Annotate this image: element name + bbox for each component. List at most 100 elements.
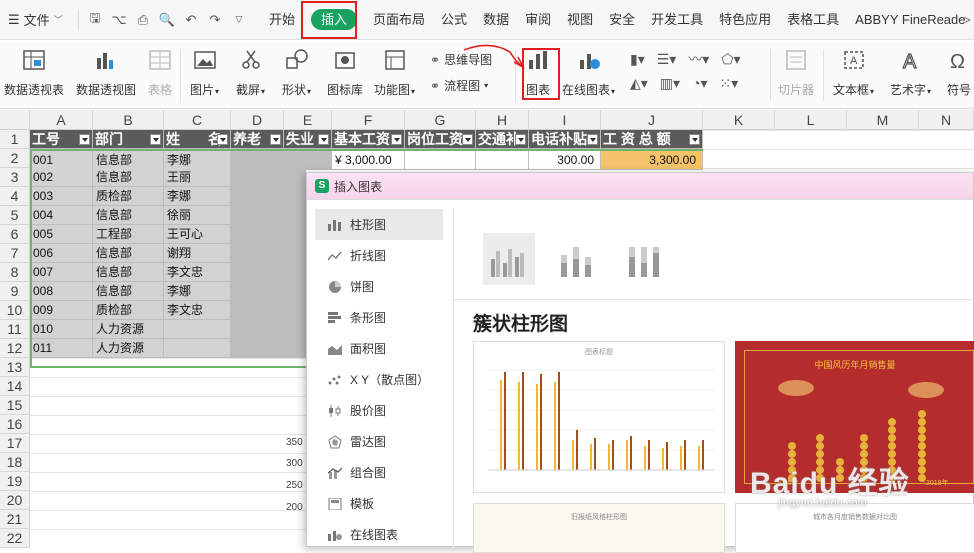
format-painter-icon[interactable]: ⌥ [111,12,127,28]
textbox-button[interactable]: A 文本框▾ [833,47,874,98]
category-scatter[interactable]: X Y（散点图） [315,364,443,395]
filter-dropdown-icon[interactable] [689,134,700,145]
redo-icon[interactable]: ↷ [207,12,223,28]
category-template[interactable]: 模板 [315,488,443,519]
row-header[interactable]: 11 [0,320,30,339]
row-header[interactable]: 15 [0,396,30,415]
tab-data[interactable]: 数据 [475,0,517,40]
column-header-corner[interactable] [0,110,30,130]
header-cell[interactable]: 交通补 [476,130,529,149]
function-chart-button[interactable]: 功能图▾ [374,47,415,98]
category-line[interactable]: 折线图 [315,240,443,271]
chart-preset-city-monthly[interactable]: 城市各月度销售数据对比图 [735,503,974,553]
row-header[interactable]: 6 [0,225,30,244]
save-icon[interactable]: 🖫 [87,10,103,28]
shapes-button[interactable]: 形状▾ [282,47,311,98]
bar-chart-icon[interactable]: ☰▾ [657,51,677,68]
column-header-F[interactable]: F [332,110,405,130]
column-header-I[interactable]: I [529,110,601,130]
tab-formulas[interactable]: 公式 [433,0,475,40]
tab-home[interactable]: 开始 [261,0,303,40]
table-cell[interactable] [405,151,476,170]
tab-view[interactable]: 视图 [559,0,601,40]
column-header-K[interactable]: K [703,110,775,130]
column-header-A[interactable]: A [30,110,93,130]
header-cell[interactable]: 电话补贴 [529,130,601,149]
row-header[interactable]: 13 [0,358,30,377]
dialog-title-bar[interactable]: S 插入图表 [307,173,973,200]
table-cell[interactable]: 3,300.00 [601,151,703,170]
stock-chart-icon[interactable]: ▥▾ [660,75,680,92]
row-header[interactable]: 18 [0,453,30,472]
tab-table-tools[interactable]: 表格工具 [779,0,847,40]
column-header-J[interactable]: J [601,110,703,130]
chart-preset-default[interactable]: 图表标题 [473,341,725,493]
tab-page-layout[interactable]: 页面布局 [365,0,433,40]
row-header[interactable]: 4 [0,187,30,206]
filter-dropdown-icon[interactable] [587,134,598,145]
header-cell[interactable]: 部门 [93,130,164,149]
category-bar[interactable]: 条形图 [315,302,443,333]
category-combo[interactable]: 组合图 [315,457,443,488]
line-chart-icon[interactable]: 〰▾ [688,49,709,69]
header-cell[interactable]: 基本工资 [332,130,405,149]
column-header-G[interactable]: G [405,110,476,130]
header-cell[interactable]: 工 资 总 额 [601,130,703,149]
pivot-chart-button[interactable]: 数据透视图 [76,47,136,98]
percent-stacked-column-option[interactable] [619,233,671,285]
chart-preset-old-newspaper[interactable]: 旧报纸风格柱形图 [473,503,725,553]
row-header[interactable]: 1 [0,130,30,149]
online-chart-button[interactable]: 在线图表▾ [562,47,615,98]
row-header[interactable]: 19 [0,472,30,491]
table-cell[interactable]: ¥ 3,000.00 [332,151,405,170]
undo-icon[interactable]: ↶ [183,12,199,28]
table-button[interactable]: 表格 [147,47,173,98]
tab-abbyy[interactable]: ABBYY FineReade [847,0,973,40]
table-cell[interactable]: 300.00 [529,151,601,170]
row-header[interactable]: 5 [0,206,30,225]
header-cell[interactable]: 岗位工资 [405,130,476,149]
row-header[interactable]: 12 [0,339,30,358]
category-radar[interactable]: 雷达图 [315,426,443,457]
category-stock[interactable]: 股价图 [315,395,443,426]
table-cell[interactable] [476,151,529,170]
column-header-N[interactable]: N [919,110,974,130]
file-menu[interactable]: ☰ 文件 ﹀ [0,10,78,29]
tab-review[interactable]: 审阅 [517,0,559,40]
tab-special[interactable]: 特色应用 [711,0,779,40]
screenshot-button[interactable]: 截屏▾ [236,47,265,98]
column-chart-icon[interactable]: ▮▾ [630,51,645,68]
dropdown-icon[interactable]: ▽ [231,12,247,28]
pivot-table-button[interactable]: 数据透视表 [4,47,64,98]
column-header-M[interactable]: M [847,110,919,130]
header-cell[interactable]: 养老 [231,130,284,149]
filter-dropdown-icon[interactable] [515,134,526,145]
row-header[interactable]: 9 [0,282,30,301]
radar-chart-icon[interactable]: ⬠▾ [721,51,740,68]
filter-dropdown-icon[interactable] [217,134,228,145]
row-header[interactable]: 3 [0,168,30,187]
column-header-B[interactable]: B [93,110,164,130]
row-header[interactable]: 7 [0,244,30,263]
tab-security[interactable]: 安全 [601,0,643,40]
icon-library-button[interactable]: 图标库 [327,47,363,98]
row-header[interactable]: 2 [0,149,30,168]
slicer-button[interactable]: 切片器 [778,47,814,98]
area-chart-icon[interactable]: ◭▾ [630,75,648,92]
category-online[interactable]: 在线图表 [315,519,443,550]
pie-chart-icon[interactable]: ◔▾ [692,75,707,92]
print-preview-icon[interactable]: 🔍 [159,12,175,28]
wordart-button[interactable]: A 艺术字▾ [890,47,931,98]
category-pie[interactable]: 饼图 [315,271,443,302]
row-header[interactable]: 17 [0,434,30,453]
row-header[interactable]: 14 [0,377,30,396]
filter-dropdown-icon[interactable] [318,134,329,145]
filter-dropdown-icon[interactable] [270,134,281,145]
row-header[interactable]: 22 [0,529,30,548]
header-cell[interactable]: 姓 名 [164,130,231,149]
header-cell[interactable]: 失业 [284,130,332,149]
category-area[interactable]: 面积图 [315,333,443,364]
tab-developer[interactable]: 开发工具 [643,0,711,40]
picture-button[interactable]: 图片▾ [190,47,219,98]
row-header[interactable]: 20 [0,491,30,510]
